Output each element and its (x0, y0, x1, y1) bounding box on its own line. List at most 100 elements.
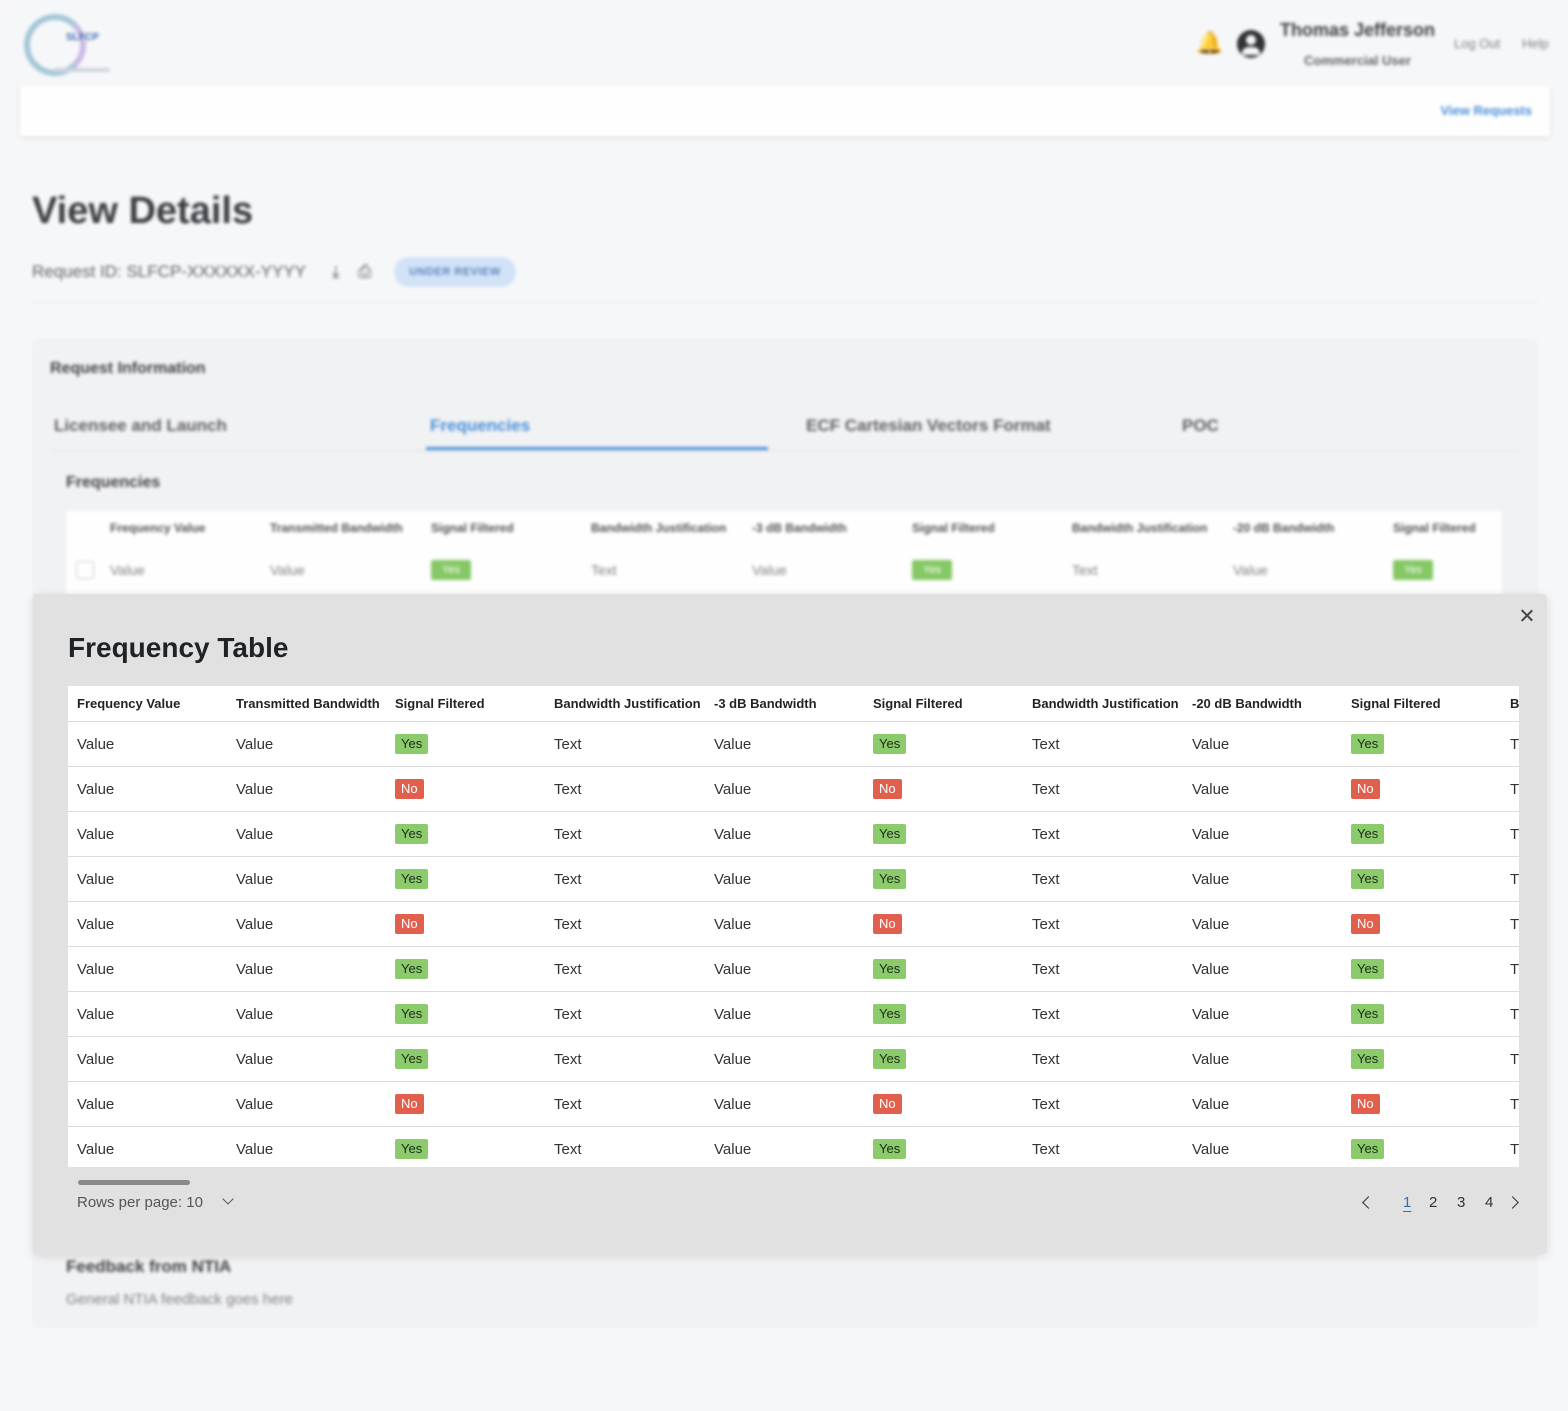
table-cell: Value (68, 1036, 227, 1082)
table-cell: Value (1183, 811, 1342, 857)
previous-page-button[interactable] (1359, 1194, 1375, 1212)
signal-filtered-status-pill: Yes (1351, 824, 1385, 844)
next-page-button[interactable] (1507, 1194, 1523, 1212)
user-name: Thomas Jefferson (1280, 20, 1436, 40)
table-cell: Yes (864, 1036, 1023, 1082)
table-cell: T (1501, 856, 1519, 902)
signal-filtered-status-pill: Yes (873, 959, 907, 979)
row-checkbox[interactable] (76, 561, 94, 579)
download-icon[interactable]: ⤓ (332, 262, 340, 282)
mini-header: Bandwidth Justification (591, 521, 727, 535)
signal-filtered-status-pill: Yes (395, 1139, 429, 1159)
table-cell: Value (68, 766, 227, 812)
table-cell: T (1501, 901, 1519, 947)
table-cell: T (1501, 946, 1519, 992)
mini-header: Signal Filtered (1393, 521, 1476, 535)
signal-filtered-status-pill: Yes (1351, 959, 1385, 979)
column-header: Bandwidth Justification (1023, 686, 1183, 722)
signal-filtered-status-pill: Yes (395, 1049, 429, 1069)
print-icon[interactable]: ⎙ (358, 262, 372, 282)
page-button-3[interactable]: 3 (1457, 1194, 1465, 1211)
horizontal-scrollbar[interactable] (78, 1180, 190, 1185)
page-button-1[interactable]: 1 (1403, 1194, 1411, 1211)
table-cell: Value (705, 991, 864, 1037)
table-cell: Yes (864, 946, 1023, 992)
table-cell: T (1501, 991, 1519, 1037)
chevron-down-icon[interactable] (221, 1194, 237, 1210)
table-cell: Text (1023, 811, 1183, 857)
table-cell: Value (227, 766, 386, 812)
logout-link[interactable]: Log Out (1454, 36, 1500, 51)
table-cell: Value (227, 1081, 386, 1127)
mini-cell: Value (1233, 562, 1268, 578)
mini-cell: Value (270, 562, 305, 578)
table-cell: Value (1183, 1081, 1342, 1127)
signal-filtered-status-pill: Yes (395, 734, 429, 754)
signal-filtered-status-pill: No (1351, 1094, 1380, 1114)
view-requests-link[interactable]: View Requests (1440, 103, 1532, 118)
table-cell: Yes (864, 856, 1023, 902)
rows-per-page-select[interactable]: Rows per page: 10 (77, 1194, 203, 1211)
mini-status-pill: Yes (431, 560, 471, 580)
table-cell: Value (68, 946, 227, 992)
table-cell: Text (545, 991, 705, 1037)
tab-poc[interactable]: POC (1182, 416, 1219, 436)
table-cell: Value (227, 721, 386, 767)
tabs-divider (50, 450, 1520, 451)
column-header: Bandwidth Justification (545, 686, 705, 722)
table-cell: No (1342, 1081, 1501, 1127)
table-cell: Text (1032, 1140, 1060, 1158)
user-avatar-icon[interactable] (1237, 30, 1265, 58)
signal-filtered-status-pill: No (1351, 779, 1380, 799)
table-cell: Yes (1342, 991, 1501, 1037)
table-cell: Value (1192, 1140, 1230, 1158)
signal-filtered-status-pill: Yes (873, 824, 907, 844)
mini-header: Transmitted Bandwidth (270, 521, 403, 535)
table-cell: Value (705, 901, 864, 947)
signal-filtered-status-pill: Yes (1351, 1139, 1385, 1159)
table-cell: Yes (386, 991, 545, 1037)
table-body: Value Value Yes Text Value Yes Text Value Yes T Va… (68, 721, 1519, 1168)
table-cell: Value (705, 1036, 864, 1082)
table-cell: Value (68, 991, 227, 1037)
feedback-title: Feedback from NTIA (66, 1257, 232, 1276)
table-cell: Value (705, 856, 864, 902)
mini-cell: Value (752, 562, 787, 578)
request-information-title: Request Information (50, 360, 206, 377)
table-cell: Yes (864, 721, 1023, 767)
table-cell: Text (545, 946, 705, 992)
table-cell: Value (227, 901, 386, 947)
table-cell: Text (1023, 901, 1183, 947)
table-cell: Yes (864, 991, 1023, 1037)
signal-filtered-status-pill: Yes (395, 824, 429, 844)
signal-filtered-status-pill: Yes (873, 869, 907, 889)
table-cell: No (386, 1081, 545, 1127)
table-cell: Text (1023, 991, 1183, 1037)
table-cell: Yes (1342, 811, 1501, 857)
table-cell: Value (705, 1081, 864, 1127)
help-link[interactable]: Help (1522, 36, 1549, 51)
close-icon[interactable] (1513, 602, 1541, 630)
tab-ecf-cartesian-vectors-format[interactable]: ECF Cartesian Vectors Format (806, 416, 1051, 436)
table-cell: Value (1183, 856, 1342, 902)
modal-title: Frequency Table (68, 632, 289, 663)
mini-header: -20 dB Bandwidth (1233, 521, 1335, 535)
table-cell: No (386, 766, 545, 812)
tab-frequencies[interactable]: Frequencies (430, 416, 530, 436)
table-cell: Value (705, 766, 864, 812)
logo-ring-icon (24, 14, 86, 76)
table-cell: No (864, 901, 1023, 947)
signal-filtered-status-pill: No (873, 914, 902, 934)
column-header: Frequency Value (68, 686, 227, 722)
page-button-4[interactable]: 4 (1485, 1194, 1493, 1211)
page-button-2[interactable]: 2 (1429, 1194, 1437, 1211)
table-header-row: Frequency Value Transmitted Bandwidth Sign… (68, 686, 1519, 722)
table-cell: Yes (1342, 856, 1501, 902)
table-row: Value Value No Text Value No Text Value No T (68, 766, 1519, 812)
table-cell: Text (1023, 946, 1183, 992)
notification-bell-icon[interactable]: 🔔 (1196, 30, 1223, 56)
mini-header: Frequency Value (110, 521, 206, 535)
tab-licensee-and-launch[interactable]: Licensee and Launch (54, 416, 227, 436)
table-cell: Value (68, 856, 227, 902)
table-cell: Value (1183, 1036, 1342, 1082)
